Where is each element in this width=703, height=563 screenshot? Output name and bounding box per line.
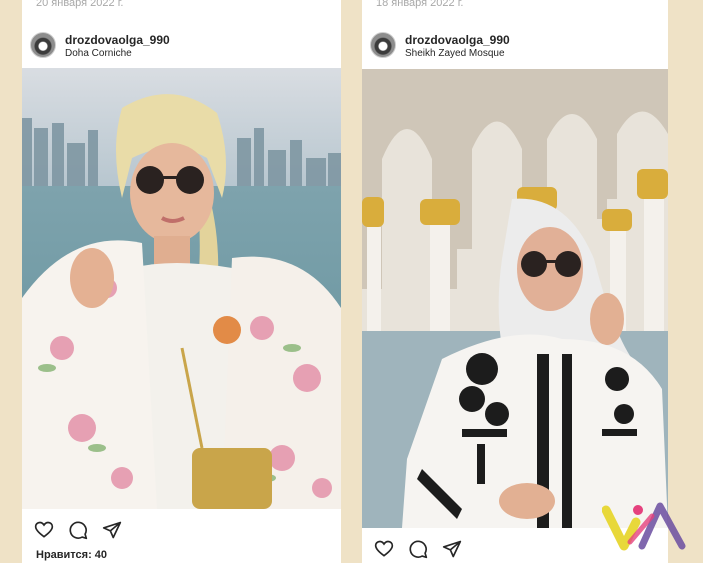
- va-logo-icon: [602, 502, 686, 551]
- share-icon[interactable]: [442, 539, 462, 559]
- comment-icon[interactable]: [68, 520, 88, 540]
- avatar[interactable]: [30, 32, 56, 58]
- photo-corniche-image: [22, 68, 341, 509]
- post-card-mosque: 18 января 2022 г. drozdovaolga_990 Sheik…: [362, 0, 668, 563]
- likes-count[interactable]: Нравится: 40: [36, 549, 107, 561]
- location-link[interactable]: Doha Corniche: [65, 48, 132, 59]
- avatar[interactable]: [370, 32, 396, 58]
- post-header: drozdovaolga_990 Doha Corniche: [30, 30, 333, 62]
- photo-mosque-image: [362, 69, 668, 528]
- comment-icon[interactable]: [408, 539, 428, 559]
- post-actions: [374, 539, 462, 559]
- username-link[interactable]: drozdovaolga_990: [65, 33, 170, 47]
- location-link[interactable]: Sheikh Zayed Mosque: [405, 48, 505, 59]
- username-link[interactable]: drozdovaolga_990: [405, 33, 510, 47]
- post-photo[interactable]: [362, 69, 668, 528]
- post-date: 18 января 2022 г.: [376, 0, 464, 9]
- heart-icon[interactable]: [374, 539, 394, 559]
- heart-icon[interactable]: [34, 520, 54, 540]
- post-header: drozdovaolga_990 Sheikh Zayed Mosque: [370, 30, 660, 62]
- share-icon[interactable]: [102, 520, 122, 540]
- post-card-doha: 20 января 2022 г. drozdovaolga_990 Doha …: [22, 0, 341, 563]
- post-photo[interactable]: [22, 68, 341, 509]
- post-actions: [34, 520, 122, 540]
- post-date: 20 января 2022 г.: [36, 0, 124, 9]
- watermark-logo: [602, 496, 688, 552]
